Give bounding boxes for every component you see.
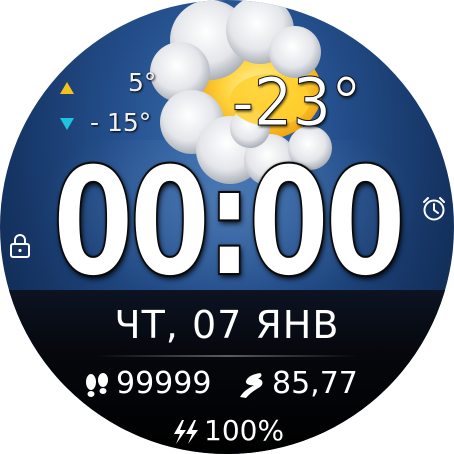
battery-level[interactable]: 100%: [204, 416, 284, 446]
divider: [96, 355, 358, 357]
high-temp-indicator-icon: [60, 82, 74, 94]
steps-count[interactable]: 99999: [116, 368, 211, 400]
distance-value[interactable]: 85,77: [272, 368, 358, 400]
current-temperature[interactable]: -23°: [232, 67, 362, 138]
runner-icon: [240, 373, 263, 398]
date-display: ЧТ, 07 ЯНВ: [114, 303, 340, 347]
low-temperature: - 15°: [90, 108, 152, 137]
alarm-clock-icon[interactable]: [421, 196, 447, 222]
low-temp-indicator-icon: [60, 118, 74, 130]
lock-icon[interactable]: [9, 234, 31, 258]
time-display: 00:00: [52, 136, 407, 310]
high-temperature: 5°: [128, 68, 157, 97]
footprints-icon: [86, 373, 108, 397]
lightning-icon: [174, 420, 198, 444]
watch-face: 5° - 15° -23° 00:00 ЧТ, 07 ЯНВ 99999 85,…: [0, 0, 454, 454]
